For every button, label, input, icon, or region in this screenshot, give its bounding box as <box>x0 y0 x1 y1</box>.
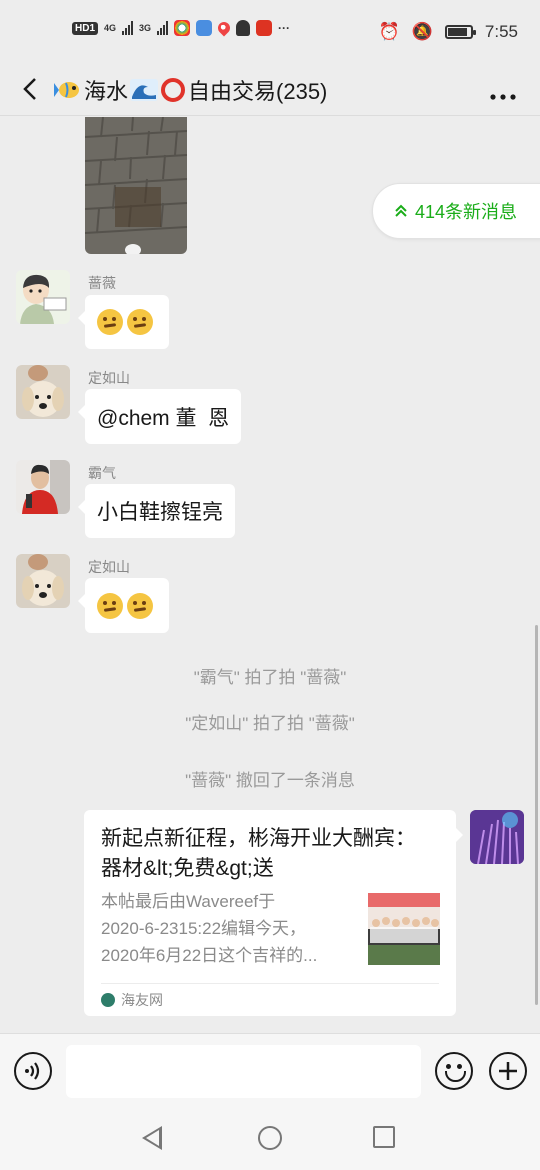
photo-thumbnail <box>85 117 187 254</box>
link-card-title: 新起点新征程，彬海开业大酬宾：器材&lt;免费&gt;送 <box>101 827 416 880</box>
bell-icon <box>236 20 251 36</box>
network-4g: 4G <box>104 23 117 33</box>
avatar-image <box>16 460 70 514</box>
more-actions-button[interactable] <box>489 1052 527 1090</box>
nav-home-icon[interactable] <box>258 1126 282 1150</box>
my-avatar[interactable] <box>470 810 524 864</box>
voice-button[interactable] <box>14 1052 52 1090</box>
message-bubble[interactable]: 小白鞋擦锃亮 <box>78 484 235 538</box>
status-bar: HD1 4G 3G ··· ⏰ 🔕 7:55 <box>0 0 540 64</box>
wave-emoji-icon <box>130 79 159 101</box>
sender-name: 霸气 <box>88 465 116 481</box>
avatar[interactable] <box>16 460 70 514</box>
link-card-message[interactable]: 新起点新征程，彬海开业大酬宾：器材&lt;免费&gt;送 本帖最后由Wavere… <box>84 810 463 1016</box>
more-notifications-icon: ··· <box>278 21 291 35</box>
signal-icon <box>122 21 134 35</box>
nav-recent-apps-icon[interactable] <box>373 1126 395 1148</box>
avatar-image <box>16 270 70 324</box>
app-notification-icon <box>196 20 213 36</box>
status-right: ⏰ 🔕 7:55 <box>379 22 518 42</box>
link-card-description: 本帖最后由Wavereef于 2020-6-2315:22编辑今天， 2020年… <box>101 892 318 965</box>
system-message: "蔷薇" 撤回了一条消息 <box>185 771 355 790</box>
source-app-icon <box>101 993 115 1007</box>
avatar-image <box>16 365 70 419</box>
sender-name: 定如山 <box>88 559 130 575</box>
network-3g: 3G <box>139 23 152 33</box>
new-messages-label: 414条新消息 <box>415 202 518 222</box>
chat-header: 海水 自由交易(235) <box>0 64 540 116</box>
system-navigation-bar <box>0 1108 540 1170</box>
avatar-image <box>16 554 70 608</box>
message-bubble[interactable]: @chem 董 恩 <box>77 389 242 444</box>
nav-back-icon[interactable] <box>142 1126 162 1150</box>
fish-emoji-icon <box>54 82 79 98</box>
red-circle-emoji-icon <box>161 78 186 102</box>
thinking-face-emoji-icon <box>127 309 153 335</box>
thinking-face-emoji-icon <box>97 592 123 619</box>
scrollbar[interactable] <box>535 625 538 1005</box>
double-chevron-up-icon <box>395 204 407 217</box>
message-input[interactable] <box>66 1045 421 1098</box>
image-message[interactable] <box>85 117 187 254</box>
signal-icon-2 <box>157 21 169 35</box>
avatar[interactable] <box>16 365 70 419</box>
app-notification-icon <box>256 20 273 36</box>
input-bar <box>0 1033 540 1108</box>
back-button[interactable] <box>14 72 46 106</box>
app-notification-icon <box>174 20 191 36</box>
chevron-left-icon <box>23 78 36 100</box>
thinking-face-emoji-icon <box>97 309 123 335</box>
thinking-face-emoji-icon <box>127 592 153 619</box>
system-message: "定如山" 拍了拍 "蔷薇" <box>185 714 355 733</box>
clock: 7:55 <box>484 22 518 41</box>
hd-indicator: HD1 <box>72 21 99 35</box>
avatar[interactable] <box>16 554 70 608</box>
message-bubble[interactable] <box>78 578 169 633</box>
avatar[interactable] <box>16 270 70 324</box>
message-text: @chem 董 恩 <box>97 406 230 430</box>
emoji-button[interactable] <box>435 1052 473 1090</box>
system-message: "霸气" 拍了拍 "蔷薇" <box>193 668 347 687</box>
status-left: HD1 4G 3G ··· <box>72 19 291 37</box>
alarm-icon: ⏰ <box>378 22 400 41</box>
plus-icon <box>499 1062 517 1080</box>
message-text: 小白鞋擦锃亮 <box>97 501 223 524</box>
more-options-button[interactable] <box>490 76 516 107</box>
new-messages-pill[interactable]: 414条新消息 <box>372 183 540 239</box>
link-card-thumbnail <box>368 893 440 965</box>
battery-icon <box>444 25 476 39</box>
chat-title: 海水 自由交易(235) <box>54 74 327 106</box>
avatar-image <box>470 810 524 864</box>
link-card-source: 海友网 <box>101 990 163 1010</box>
sender-name: 蔷薇 <box>88 275 116 291</box>
chat-message-list[interactable]: 414条新消息 蔷薇 定如山 @chem 董 恩 霸气 小白鞋擦锃亮 定如山 "… <box>0 117 540 1033</box>
message-bubble[interactable] <box>78 295 169 349</box>
sender-name: 定如山 <box>88 370 130 386</box>
voice-icon <box>25 1062 40 1080</box>
more-icon <box>490 94 516 100</box>
map-pin-icon <box>215 19 233 37</box>
mute-icon: 🔕 <box>411 22 433 41</box>
divider <box>101 983 439 984</box>
